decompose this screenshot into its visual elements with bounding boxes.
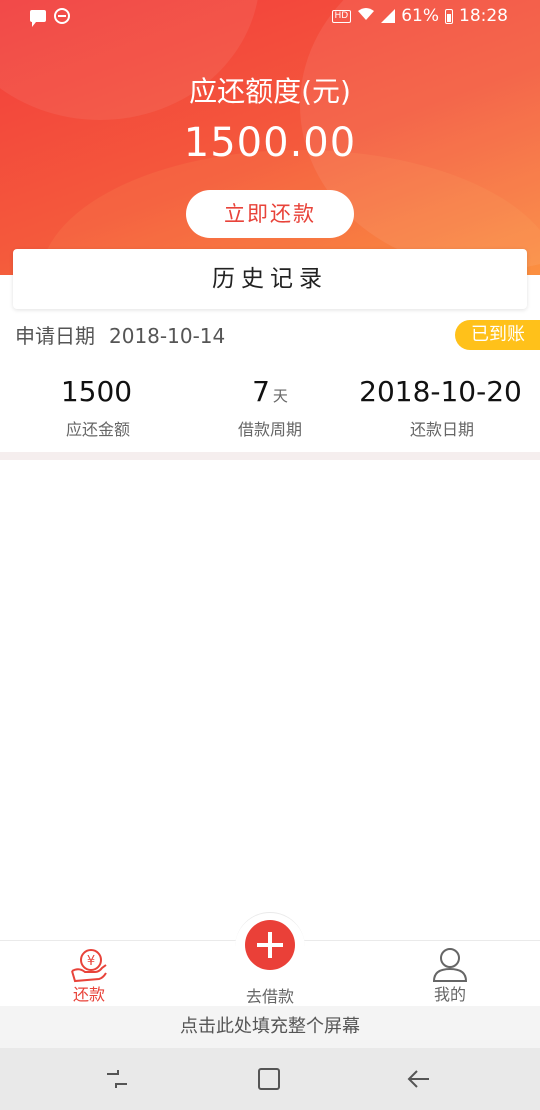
nav-label-repay: 还款 — [72, 985, 105, 1004]
stat-label: 应还金额 — [65, 420, 130, 439]
status-bar: HD 61% 18:28 — [0, 0, 540, 34]
stat-label: 还款日期 — [409, 420, 474, 439]
do-not-disturb-icon — [54, 8, 70, 24]
recent-apps-icon[interactable] — [104, 1066, 130, 1092]
apply-date-label: 申请日期 — [15, 324, 95, 348]
due-amount-title: 应还额度(元) — [189, 75, 351, 108]
person-icon — [432, 948, 468, 982]
stat-amount: 1500 应还金额 — [8, 372, 188, 440]
nav-label-mine: 我的 — [433, 985, 466, 1004]
nav-label-borrow[interactable]: 去借款 — [210, 983, 330, 1007]
home-icon[interactable] — [256, 1066, 282, 1092]
divider — [0, 452, 540, 460]
stat-label: 借款周期 — [237, 420, 302, 439]
loan-stats: 1500 应还金额 7天 借款周期 2018-10-20 还款日期 — [0, 372, 540, 452]
svg-text:¥: ¥ — [87, 954, 95, 969]
stat-period: 7天 借款周期 — [180, 372, 360, 440]
clock: 18:28 — [459, 6, 508, 26]
wifi-icon — [357, 7, 375, 25]
plus-icon — [257, 932, 283, 958]
stat-unit: 天 — [272, 387, 288, 405]
battery-icon — [445, 8, 453, 24]
nav-item-mine[interactable]: 我的 — [390, 941, 510, 1005]
apply-date-value: 2018-10-14 — [109, 324, 226, 348]
header-banner: HD 61% 18:28 应还额度(元) 1500.00 立即还款 — [0, 0, 540, 275]
apply-date-row: 申请日期 2018-10-14 — [15, 320, 225, 349]
hand-coin-icon: ¥ — [71, 949, 107, 983]
history-title: 历史记录 — [13, 249, 527, 309]
nav-item-repay[interactable]: ¥ 还款 — [29, 941, 149, 1005]
due-amount-value: 1500.00 — [183, 120, 357, 166]
message-icon — [30, 10, 46, 27]
status-badge: 已到账 — [455, 320, 540, 350]
stat-value: 2018-10-20 — [359, 375, 522, 408]
back-icon[interactable] — [406, 1066, 432, 1092]
stat-due-date: 2018-10-20 还款日期 — [352, 372, 532, 440]
stat-value: 7 — [252, 375, 270, 408]
hd-icon: HD — [331, 9, 352, 23]
borrow-button[interactable] — [245, 920, 295, 970]
repay-now-button[interactable]: 立即还款 — [186, 190, 354, 238]
stat-value: 1500 — [60, 375, 133, 408]
system-nav-bar — [0, 1048, 540, 1110]
signal-icon — [381, 9, 396, 23]
fill-screen-bar[interactable]: 点击此处填充整个屏幕 — [0, 1006, 540, 1048]
battery-percent: 61% — [401, 6, 439, 26]
